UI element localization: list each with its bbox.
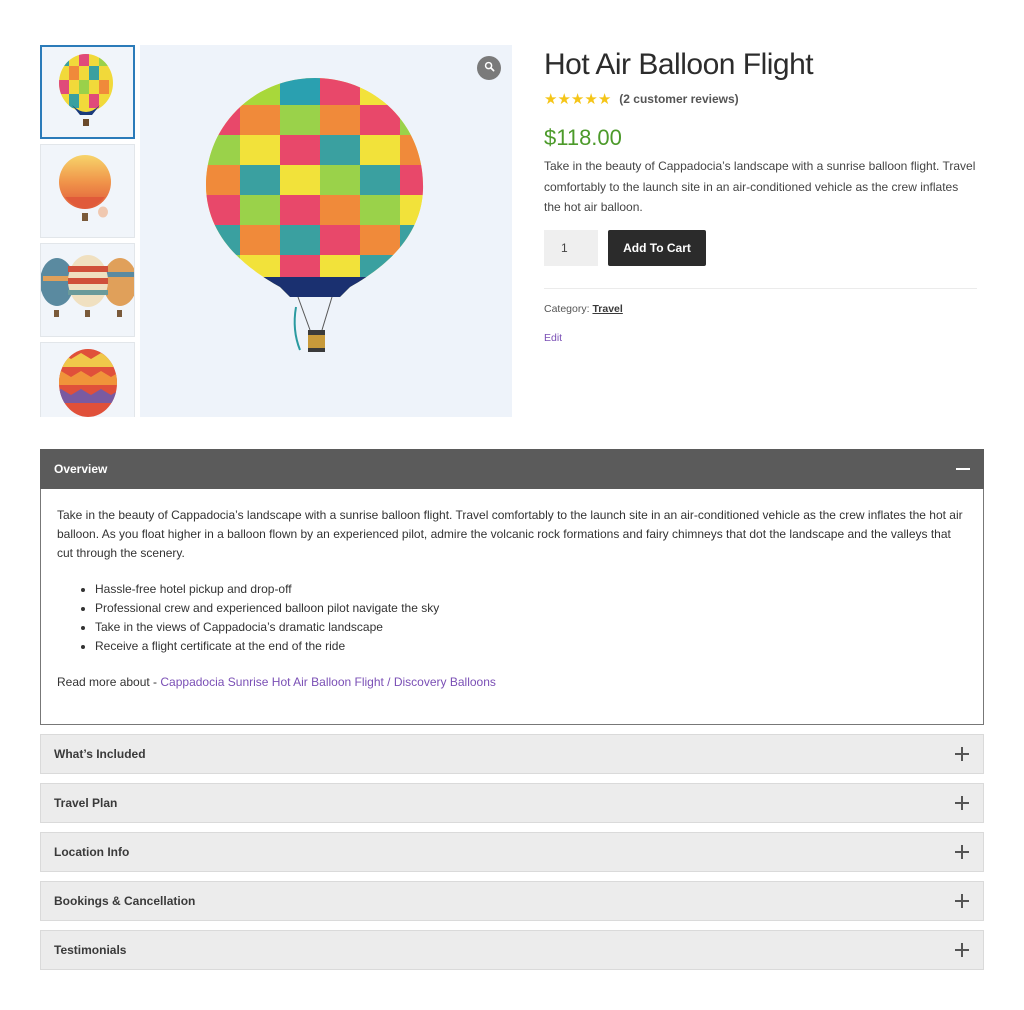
plus-icon[interactable] xyxy=(955,796,969,810)
read-more-link[interactable]: Cappadocia Sunrise Hot Air Balloon Fligh… xyxy=(160,675,496,689)
minus-icon[interactable] xyxy=(956,462,970,476)
product-accordion: Overview Take in the beauty of Cappadoci… xyxy=(40,449,984,970)
plus-icon[interactable] xyxy=(955,845,969,859)
review-count-link[interactable]: (2 customer reviews) xyxy=(619,92,738,106)
plus-icon[interactable] xyxy=(955,894,969,908)
accordion-title: Testimonials xyxy=(54,943,127,957)
add-to-cart-form: Add To Cart xyxy=(544,229,977,266)
summary-divider xyxy=(544,287,977,289)
gallery-thumbnail-3[interactable] xyxy=(40,243,135,337)
product-price: $118.00 xyxy=(544,125,622,150)
accordion-title: Overview xyxy=(54,462,108,476)
accordion-title: What’s Included xyxy=(54,747,146,761)
accordion-header-location-info[interactable]: Location Info xyxy=(40,832,984,872)
add-to-cart-button[interactable]: Add To Cart xyxy=(608,229,706,266)
gallery-thumbnail-4[interactable] xyxy=(40,342,135,417)
accordion-panel-overview: Take in the beauty of Cappadocia’s lands… xyxy=(40,489,984,725)
overview-bullet-list: Hassle-free hotel pickup and drop-off Pr… xyxy=(95,580,967,656)
multicolor-balloon-image xyxy=(59,54,113,126)
accordion-title: Travel Plan xyxy=(54,796,118,810)
plus-icon[interactable] xyxy=(955,747,969,761)
product-short-description: Take in the beauty of Cappadocia’s lands… xyxy=(544,159,976,214)
search-icon xyxy=(484,59,495,77)
hot-air-balloon-image xyxy=(206,78,424,352)
plus-icon[interactable] xyxy=(955,943,969,957)
star-icon: ★ xyxy=(570,90,585,108)
accordion-header-travel-plan[interactable]: Travel Plan xyxy=(40,783,984,823)
gallery-thumbnail-1[interactable] xyxy=(40,45,135,139)
read-more-line: Read more about - Cappadocia Sunrise Hot… xyxy=(57,673,967,692)
accordion-title: Bookings & Cancellation xyxy=(54,894,196,908)
list-item: Receive a flight certificate at the end … xyxy=(95,637,967,656)
orange-balloons-image xyxy=(59,155,111,221)
accordion-title: Location Info xyxy=(54,845,130,859)
product-meta: Category: Travel xyxy=(544,303,977,315)
list-item: Take in the views of Cappadocia’s dramat… xyxy=(95,618,967,637)
quantity-input[interactable] xyxy=(544,229,598,266)
star-icon: ★ xyxy=(544,90,558,108)
category-link[interactable]: Travel xyxy=(592,303,622,315)
star-icon: ★ xyxy=(557,90,571,108)
accordion-header-bookings-cancellation[interactable]: Bookings & Cancellation xyxy=(40,881,984,921)
accordion-header-overview[interactable]: Overview xyxy=(40,449,984,489)
read-more-prefix: Read more about - xyxy=(57,675,161,689)
list-item: Hassle-free hotel pickup and drop-off xyxy=(95,580,967,599)
product-summary: Hot Air Balloon Flight ★ ★ ★ ★ ★ (2 cust… xyxy=(544,45,977,344)
star-icon: ★ xyxy=(584,90,598,108)
product-main-image[interactable] xyxy=(140,45,512,417)
gallery-thumbnail-2[interactable] xyxy=(40,144,135,238)
product-rating: ★ ★ ★ ★ ★ (2 customer reviews) xyxy=(544,90,977,108)
accordion-header-testimonials[interactable]: Testimonials xyxy=(40,930,984,970)
three-balloons-image xyxy=(41,255,134,317)
category-label: Category: xyxy=(544,302,590,315)
zoom-button[interactable] xyxy=(477,56,501,80)
overview-paragraph: Take in the beauty of Cappadocia’s lands… xyxy=(57,508,963,560)
rating-stars: ★ ★ ★ ★ ★ xyxy=(544,92,611,107)
accordion-header-whats-included[interactable]: What’s Included xyxy=(40,734,984,774)
star-icon: ★ xyxy=(597,90,612,108)
zigzag-balloon-image xyxy=(59,349,117,417)
gallery-thumbnails xyxy=(40,45,135,417)
list-item: Professional crew and experienced balloo… xyxy=(95,599,967,618)
edit-link[interactable]: Edit xyxy=(544,332,977,344)
product-title: Hot Air Balloon Flight xyxy=(544,48,814,81)
